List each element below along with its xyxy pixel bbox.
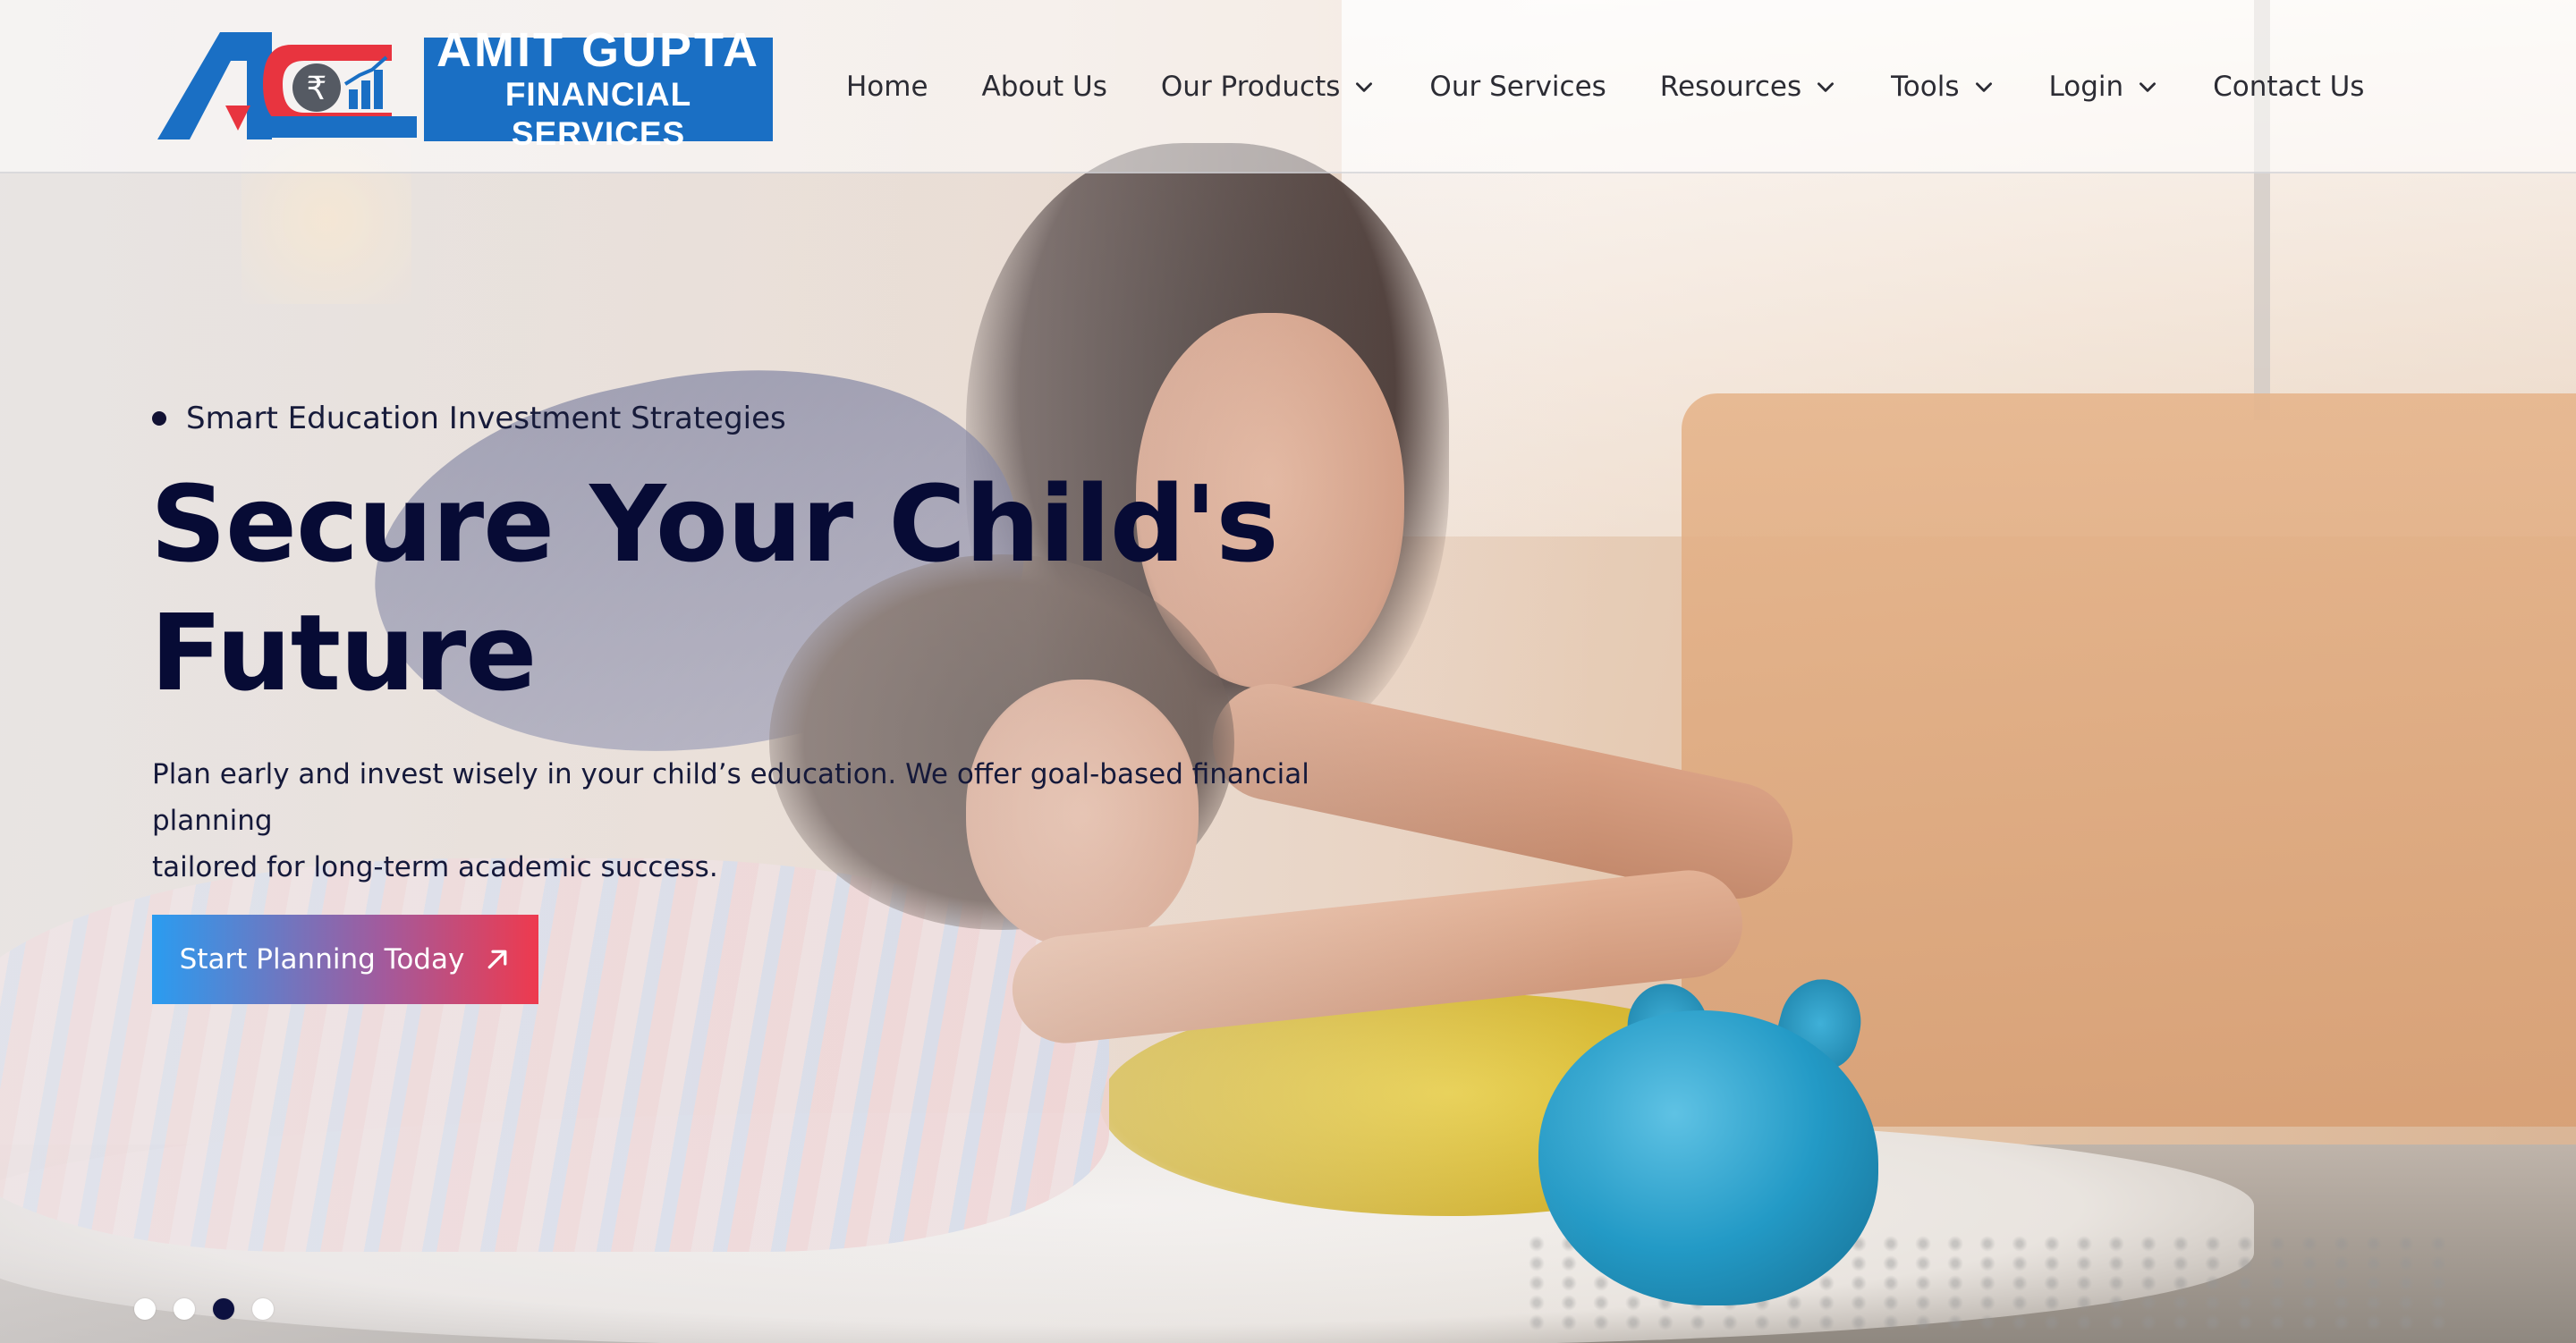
hero-eyebrow: Smart Education Investment Strategies [152, 401, 786, 436]
nav-item-our-products[interactable]: Our Products [1161, 71, 1377, 103]
eyebrow-text: Smart Education Investment Strategies [186, 401, 786, 436]
nav-item-our-services[interactable]: Our Services [1429, 71, 1606, 103]
nav-label: Resources [1659, 71, 1802, 103]
rupee-chart-logo-icon: ₹ [157, 32, 417, 139]
hero-section: ₹ AMIT GUPTA FINANCIAL SERVICES Home Abo… [0, 0, 2576, 1343]
carousel-dot[interactable] [174, 1298, 195, 1320]
cta-label: Start Planning Today [179, 943, 465, 976]
nav-item-login[interactable]: Login [2049, 71, 2160, 103]
nav-label: Our Services [1429, 71, 1606, 103]
nav-label: About Us [981, 71, 1107, 103]
nav-label: Our Products [1160, 71, 1341, 103]
nav-label: Contact Us [2213, 71, 2365, 103]
carousel-pagination [134, 1298, 274, 1320]
hero-title: Secure Your Child's Future [150, 460, 1313, 717]
hero-title-line1: Secure Your Child's [150, 462, 1279, 586]
hero-description: Plan early and invest wisely in your chi… [152, 751, 1404, 891]
logo-wordmark: AMIT GUPTA FINANCIAL SERVICES [424, 25, 773, 152]
svg-text:₹: ₹ [307, 71, 327, 107]
chevron-down-icon [1356, 82, 1373, 92]
nav-label: Home [846, 71, 928, 103]
carousel-dot-active[interactable] [213, 1298, 234, 1320]
logo-name: AMIT GUPTA [436, 23, 760, 77]
nav-item-home[interactable]: Home [846, 71, 928, 103]
nav-label: Tools [1891, 71, 1960, 103]
main-nav: Home About Us Our Products Our Services … [846, 55, 2418, 118]
start-planning-button[interactable]: Start Planning Today [152, 915, 538, 1004]
nav-item-about-us[interactable]: About Us [982, 71, 1107, 103]
nav-label: Login [2048, 71, 2124, 103]
arrow-up-right-icon [487, 950, 507, 969]
chevron-down-icon [1975, 82, 1992, 92]
nav-item-tools[interactable]: Tools [1891, 71, 1995, 103]
logo-subtitle: FINANCIAL SERVICES [504, 76, 692, 152]
bullet-dot-icon [152, 411, 166, 426]
carousel-dot[interactable] [252, 1298, 274, 1320]
carousel-dot[interactable] [134, 1298, 156, 1320]
hero-description-line1: Plan early and invest wisely in your chi… [152, 758, 1309, 837]
site-header: ₹ AMIT GUPTA FINANCIAL SERVICES Home Abo… [0, 0, 2576, 173]
chevron-down-icon [2140, 82, 2157, 92]
nav-item-contact-us[interactable]: Contact Us [2213, 71, 2364, 103]
nav-item-resources[interactable]: Resources [1660, 71, 1837, 103]
hero-title-line2: Future [150, 591, 537, 714]
hero-description-line2: tailored for long-term academic success. [152, 851, 718, 883]
chevron-down-icon [1818, 82, 1835, 92]
brand-logo[interactable]: ₹ AMIT GUPTA FINANCIAL SERVICES [157, 25, 773, 152]
